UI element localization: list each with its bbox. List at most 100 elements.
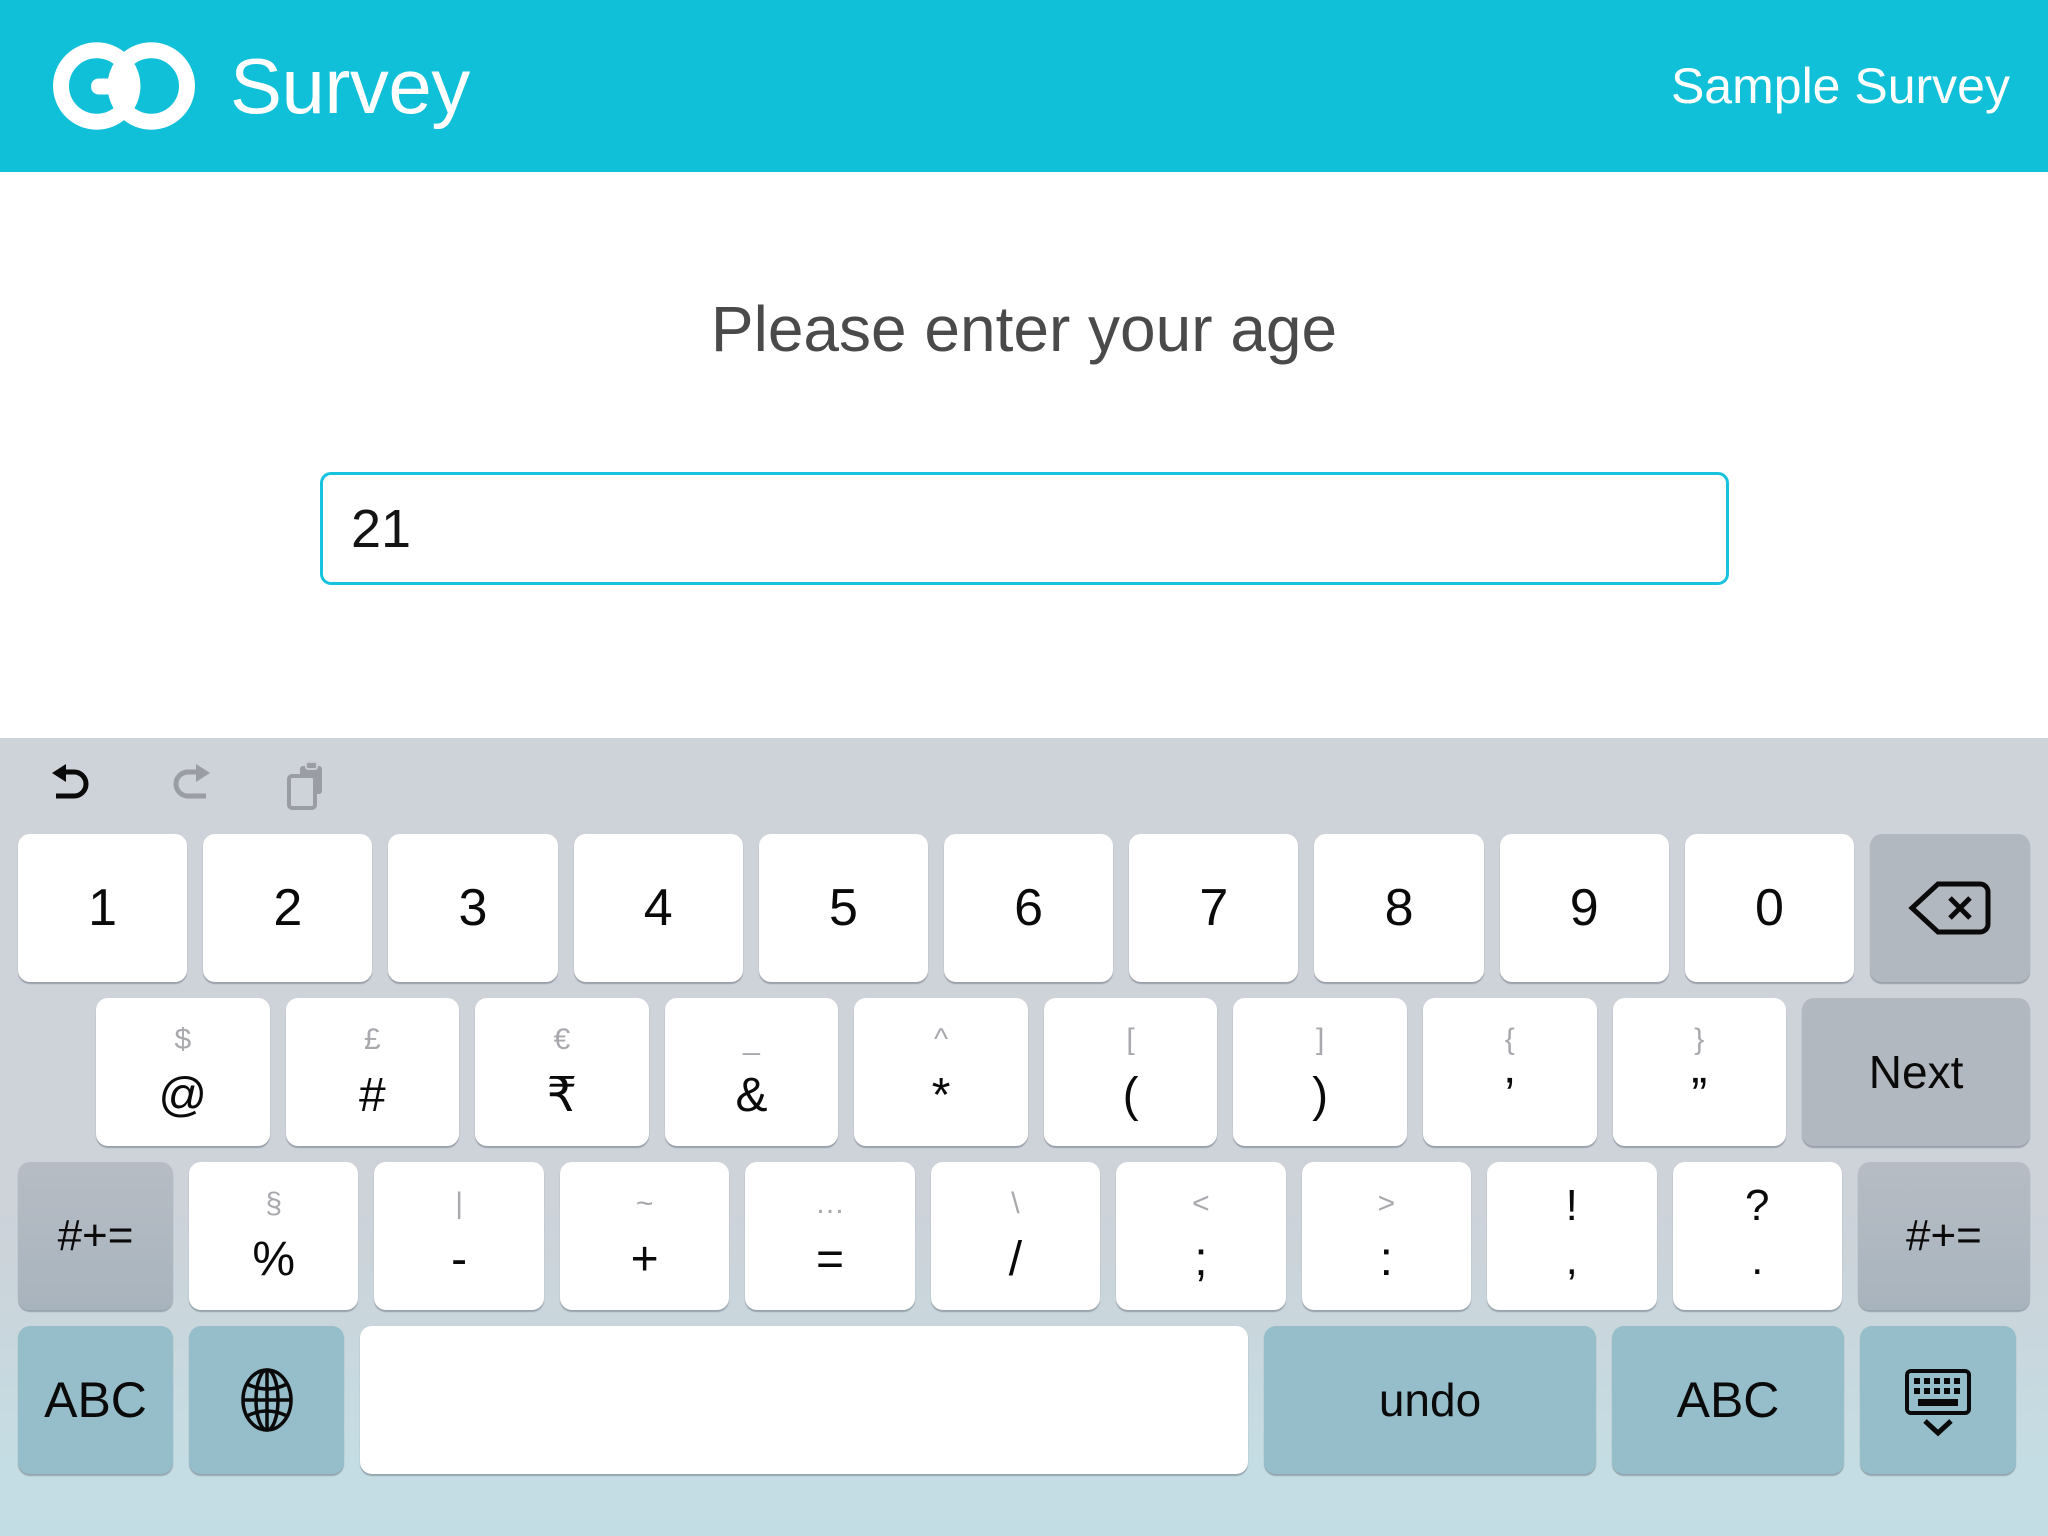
key-plus[interactable]: ~ + <box>559 1162 730 1310</box>
key-label: #+= <box>1906 1211 1982 1260</box>
age-input[interactable] <box>320 472 1729 585</box>
key-comma[interactable]: ! , <box>1487 1162 1657 1310</box>
key-4[interactable]: 4 <box>573 834 743 982</box>
key-sublabel: | <box>455 1187 464 1220</box>
key-sublabel: [ <box>1126 1023 1135 1056</box>
key-label: ₹ <box>546 1069 578 1122</box>
key-label: / <box>1008 1233 1023 1286</box>
redo-icon[interactable] <box>162 758 218 814</box>
key-sublabel: _ <box>743 1023 760 1056</box>
key-label: ( <box>1122 1069 1139 1122</box>
key-label: . <box>1751 1235 1764 1284</box>
key-paren-open[interactable]: [ ( <box>1043 998 1218 1146</box>
keyboard-row-bottom: ABC undo ABC <box>0 1326 2048 1474</box>
key-8[interactable]: 8 <box>1314 834 1484 982</box>
key-next[interactable]: Next <box>1802 998 2031 1146</box>
key-label: ’ <box>1504 1069 1516 1122</box>
key-sublabel: ! <box>1565 1181 1578 1230</box>
key-symbols-shift-right[interactable]: #+= <box>1857 1162 2030 1310</box>
key-0[interactable]: 0 <box>1684 834 1855 982</box>
key-quote[interactable]: } ” <box>1612 998 1787 1146</box>
app-header: Survey Sample Survey <box>0 0 2048 172</box>
key-sublabel: £ <box>364 1023 381 1056</box>
key-slash[interactable]: \ / <box>930 1162 1101 1310</box>
key-globe[interactable] <box>189 1326 344 1474</box>
key-label: Next <box>1868 1046 1964 1098</box>
key-sublabel: ? <box>1744 1181 1770 1230</box>
key-space[interactable] <box>360 1326 1248 1474</box>
key-sublabel: ~ <box>635 1187 654 1220</box>
key-label: 5 <box>828 879 858 937</box>
key-backspace[interactable] <box>1870 834 2031 982</box>
key-sublabel: ^ <box>933 1023 949 1056</box>
key-semicolon[interactable]: < ; <box>1116 1162 1286 1310</box>
key-sublabel: € <box>553 1023 571 1056</box>
survey-title: Sample Survey <box>1670 58 2010 114</box>
key-label: 2 <box>273 879 303 937</box>
key-5[interactable]: 5 <box>758 834 929 982</box>
key-sublabel: § <box>265 1187 283 1220</box>
key-apostrophe[interactable]: { ’ <box>1422 998 1597 1146</box>
key-sublabel: > <box>1377 1187 1396 1220</box>
key-symbols-shift-left[interactable]: #+= <box>18 1162 173 1310</box>
key-label: ; <box>1194 1233 1208 1286</box>
key-sublabel: ] <box>1315 1023 1325 1056</box>
key-dismiss-keyboard[interactable] <box>1860 1326 2016 1474</box>
key-label: + <box>630 1233 659 1286</box>
key-label: ) <box>1312 1069 1329 1122</box>
keyboard-row-numbers: 1 2 3 4 5 6 7 8 9 0 <box>0 834 2048 982</box>
key-rupee[interactable]: € ₹ <box>475 998 649 1146</box>
key-label: ABC <box>44 1372 147 1428</box>
key-asterisk[interactable]: ^ * <box>854 998 1028 1146</box>
key-label: % <box>252 1233 296 1286</box>
backspace-icon <box>1908 878 1992 938</box>
key-at[interactable]: $ @ <box>96 998 270 1146</box>
key-equals[interactable]: … = <box>745 1162 915 1310</box>
dismiss-keyboard-icon <box>1899 1363 1977 1437</box>
key-label: , <box>1565 1235 1578 1284</box>
key-label: & <box>735 1069 768 1122</box>
survey-app: Survey Sample Survey Please enter your a… <box>0 0 2048 1536</box>
survey-content: Please enter your age <box>0 172 2048 738</box>
key-undo[interactable]: undo <box>1264 1326 1596 1474</box>
key-ampersand[interactable]: _ & <box>664 998 839 1146</box>
key-1[interactable]: 1 <box>18 834 188 982</box>
onscreen-keyboard: 1 2 3 4 5 6 7 8 9 0 $ @ £ # € ₹ _ & ^ * … <box>0 738 2048 1536</box>
key-percent[interactable]: § % <box>189 1162 359 1310</box>
key-6[interactable]: 6 <box>944 834 1114 982</box>
key-3[interactable]: 3 <box>388 834 558 982</box>
key-label: 1 <box>88 879 118 937</box>
key-label: # <box>358 1069 386 1122</box>
key-2[interactable]: 2 <box>203 834 373 982</box>
go-logo-icon <box>44 39 204 133</box>
key-hash[interactable]: £ # <box>285 998 460 1146</box>
key-label: : <box>1379 1233 1394 1286</box>
key-paren-close[interactable]: ] ) <box>1233 998 1407 1146</box>
key-label: 6 <box>1014 879 1044 937</box>
key-7[interactable]: 7 <box>1129 834 1299 982</box>
key-label: = <box>816 1233 845 1286</box>
answer-field-wrapper <box>320 472 1729 585</box>
undo-icon[interactable] <box>44 758 100 814</box>
key-abc-left[interactable]: ABC <box>18 1326 173 1474</box>
key-label: 0 <box>1754 879 1784 937</box>
keyboard-row-symbols-2: #+= § % | - ~ + … = \ / < ; >: ! , ? . … <box>0 1162 2048 1310</box>
key-sublabel: $ <box>174 1023 192 1056</box>
key-abc-right[interactable]: ABC <box>1612 1326 1844 1474</box>
key-9[interactable]: 9 <box>1499 834 1669 982</box>
key-colon[interactable]: > : <box>1301 1162 1472 1310</box>
paste-icon[interactable] <box>280 758 336 814</box>
key-label: - <box>451 1233 468 1286</box>
key-sublabel: { <box>1504 1023 1515 1056</box>
keyboard-toolbar <box>0 738 2048 834</box>
key-label: #+= <box>57 1211 134 1260</box>
key-sublabel: … <box>815 1187 846 1220</box>
key-period[interactable]: ? . <box>1672 1162 1842 1310</box>
brand-name: Survey <box>230 42 470 130</box>
key-label: ” <box>1691 1069 1708 1122</box>
globe-icon <box>236 1364 298 1436</box>
brand: Survey <box>44 39 470 133</box>
key-sublabel: \ <box>1011 1187 1020 1220</box>
key-label: undo <box>1378 1374 1482 1426</box>
key-hyphen[interactable]: | - <box>374 1162 544 1310</box>
